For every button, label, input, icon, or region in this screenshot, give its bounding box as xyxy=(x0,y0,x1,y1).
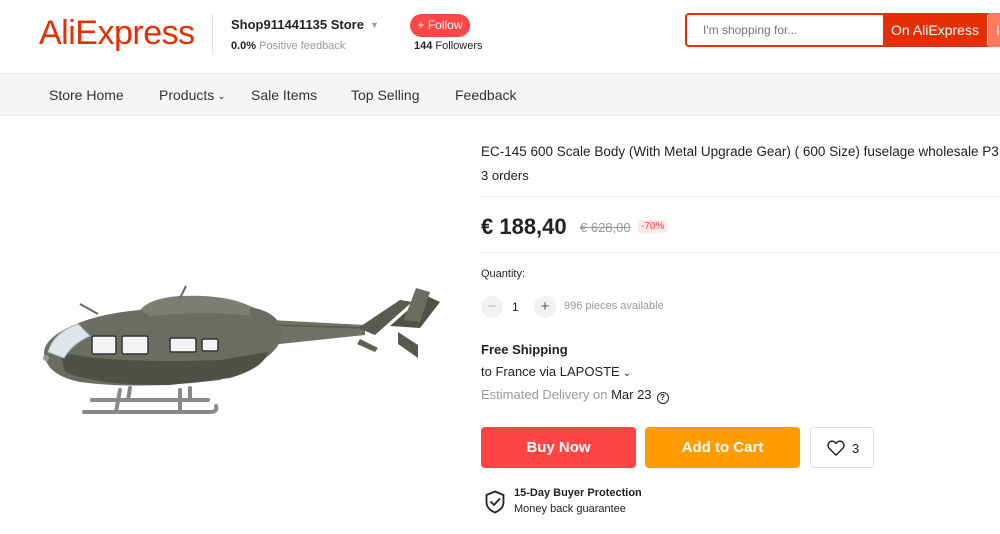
search-store-button[interactable]: In this store xyxy=(988,13,1000,47)
buyer-protection-subtitle: Money back guarantee xyxy=(514,503,626,515)
followers-label: Followers xyxy=(435,40,483,52)
quantity-increase-button[interactable]: + xyxy=(534,296,556,318)
orders-count: 3 orders xyxy=(481,168,529,183)
store-header: AliExpress Shop911441135 Store ▼ 0.0% Pos… xyxy=(0,0,1000,74)
pieces-available: 996 pieces available xyxy=(564,300,664,312)
nav-top-selling[interactable]: Top Selling xyxy=(351,87,420,103)
feedback-value: 0.0% xyxy=(231,40,257,52)
chevron-down-icon[interactable]: ⌄ xyxy=(623,368,631,379)
discount-badge: -70% xyxy=(638,220,668,233)
estimated-delivery: Estimated Delivery on Mar 23? xyxy=(481,387,669,404)
store-name-text[interactable]: Shop911441135 Store xyxy=(231,17,364,32)
chevron-down-icon[interactable]: ⌄ xyxy=(217,91,225,102)
wishlist-button[interactable]: 3 xyxy=(810,427,874,468)
quantity-decrease-button[interactable]: − xyxy=(481,296,503,318)
store-name[interactable]: Shop911441135 Store ▼ xyxy=(231,17,379,32)
chevron-down-icon[interactable]: ▼ xyxy=(370,20,379,30)
add-to-cart-button[interactable]: Add to Cart xyxy=(645,427,800,468)
search-input[interactable] xyxy=(689,15,879,45)
followers-number: 144 xyxy=(414,40,433,52)
divider xyxy=(481,252,1000,253)
header-divider xyxy=(212,14,213,54)
shipping-destination[interactable]: to France via LAPOSTE ⌄ xyxy=(481,364,631,379)
nav-store-home[interactable]: Store Home xyxy=(49,87,124,103)
nav-products-label[interactable]: Products xyxy=(159,87,214,103)
estimated-label: Estimated Delivery on xyxy=(481,387,608,402)
nav-products[interactable]: Products ⌄ xyxy=(159,87,226,103)
feedback-label: Positive feedback xyxy=(259,40,346,52)
buyer-protection-title: 15-Day Buyer Protection xyxy=(514,487,642,499)
nav-sale-items[interactable]: Sale Items xyxy=(251,87,317,103)
original-price: € 628,00 xyxy=(580,220,631,235)
shield-check-icon xyxy=(485,490,505,514)
follow-button[interactable]: + Follow xyxy=(410,14,470,37)
estimated-date: Mar 23 xyxy=(611,387,652,402)
positive-feedback: 0.0% Positive feedback xyxy=(231,40,345,52)
store-nav: Store Home Products ⌄ Sale Items Top Sell… xyxy=(0,74,1000,116)
shipping-title: Free Shipping xyxy=(481,342,568,357)
wishlist-count: 3 xyxy=(852,441,860,456)
search-aliexpress-button[interactable]: On AliExpress xyxy=(883,13,987,47)
quantity-label: Quantity: xyxy=(481,268,526,280)
aliexpress-logo[interactable]: AliExpress xyxy=(39,14,195,53)
help-icon[interactable]: ? xyxy=(656,392,669,404)
current-price: € 188,40 xyxy=(481,214,567,239)
nav-feedback[interactable]: Feedback xyxy=(455,87,516,103)
divider xyxy=(481,196,1000,197)
heart-icon[interactable] xyxy=(827,440,845,456)
search-bar: On AliExpress In this store xyxy=(685,13,1000,47)
shipping-destination-text[interactable]: to France via LAPOSTE xyxy=(481,364,620,379)
buy-now-button[interactable]: Buy Now xyxy=(481,427,636,468)
product-title: EC-145 600 Scale Body (With Metal Upgrad… xyxy=(481,144,999,159)
quantity-value[interactable]: 1 xyxy=(512,300,519,314)
followers-count: 144 Followers xyxy=(414,40,483,52)
product-image[interactable] xyxy=(20,240,460,460)
